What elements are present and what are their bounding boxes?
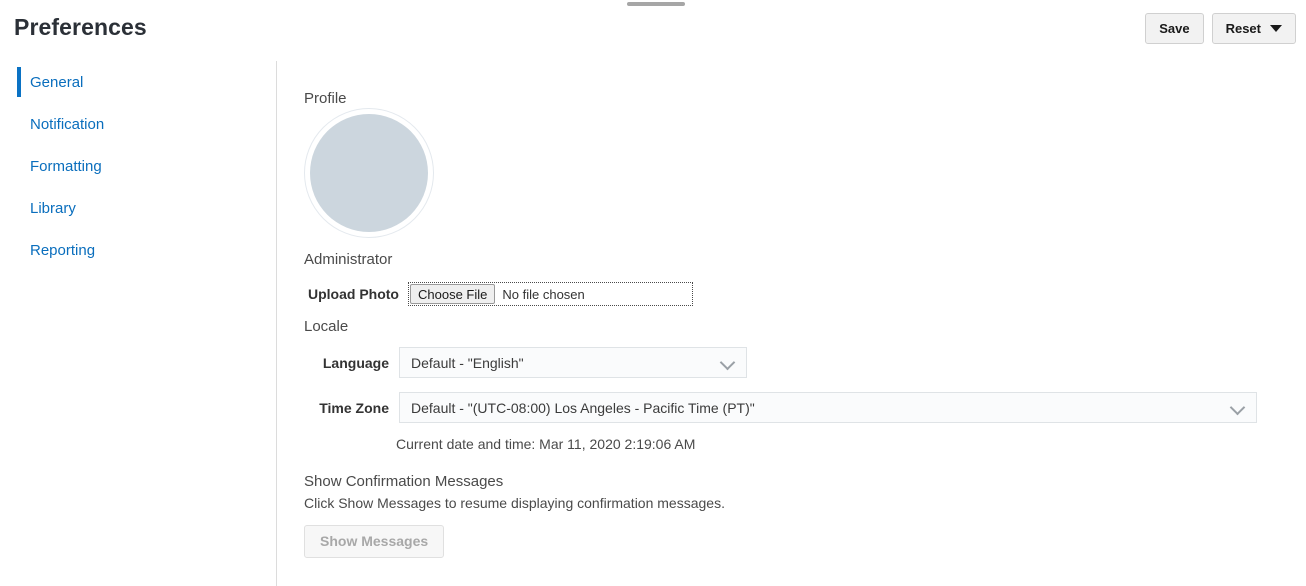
show-messages-button[interactable]: Show Messages (304, 525, 445, 558)
language-select[interactable]: Default - "English" (399, 347, 747, 378)
sidebar-item-label: General (30, 73, 84, 91)
upload-photo-file-input[interactable]: Choose File No file chosen (408, 282, 693, 306)
page-header: Preferences Save Reset (0, 0, 1306, 61)
page-title: Preferences (14, 14, 147, 40)
active-indicator (17, 67, 21, 97)
settings-sidebar: General Notification Formatting Library … (0, 61, 277, 586)
timezone-row: Time Zone Default - "(UTC-08:00) Los Ang… (304, 392, 1257, 423)
chevron-down-icon (1270, 25, 1282, 32)
current-datetime-text: Current date and time: Mar 11, 2020 2:19… (396, 436, 696, 452)
sidebar-item-label: Reporting (30, 241, 96, 259)
timezone-select[interactable]: Default - "(UTC-08:00) Los Angeles - Pac… (399, 392, 1257, 423)
upload-photo-row: Upload Photo Choose File No file chosen (304, 282, 693, 306)
sidebar-item-formatting[interactable]: Formatting (0, 145, 276, 187)
file-status-text: No file chosen (502, 286, 585, 302)
sidebar-item-library[interactable]: Library (0, 187, 276, 229)
chevron-down-icon (719, 354, 736, 370)
language-row: Language Default - "English" (304, 347, 747, 378)
sidebar-item-general[interactable]: General (0, 61, 276, 103)
reset-button-label: Reset (1225, 21, 1261, 36)
user-name: Administrator (304, 251, 393, 268)
language-label: Language (322, 354, 389, 371)
header-actions: Save Reset (1145, 13, 1296, 44)
confirmation-description: Click Show Messages to resume displaying… (304, 495, 725, 511)
sidebar-item-reporting[interactable]: Reporting (0, 229, 276, 271)
upload-photo-label: Upload Photo (308, 286, 399, 302)
profile-section-heading: Profile (304, 90, 347, 107)
reset-button[interactable]: Reset (1211, 13, 1296, 44)
confirmation-section-heading: Show Confirmation Messages (304, 473, 504, 490)
chevron-down-icon (1229, 399, 1246, 415)
sidebar-item-label: Formatting (30, 157, 102, 175)
page-content: General Notification Formatting Library … (0, 61, 1306, 586)
locale-section-heading: Locale (304, 318, 349, 335)
timezone-select-value: Default - "(UTC-08:00) Los Angeles - Pac… (411, 399, 755, 416)
timezone-label: Time Zone (319, 399, 389, 416)
language-select-value: Default - "English" (411, 354, 524, 371)
settings-main-panel: Profile Administrator Upload Photo Choos… (277, 61, 1306, 586)
choose-file-button[interactable]: Choose File (410, 284, 496, 304)
sidebar-item-label: Library (30, 199, 76, 217)
save-button[interactable]: Save (1145, 13, 1204, 44)
avatar-placeholder-icon (310, 114, 428, 232)
avatar[interactable] (304, 108, 434, 238)
sidebar-item-label: Notification (30, 115, 105, 133)
sidebar-item-notification[interactable]: Notification (0, 103, 276, 145)
